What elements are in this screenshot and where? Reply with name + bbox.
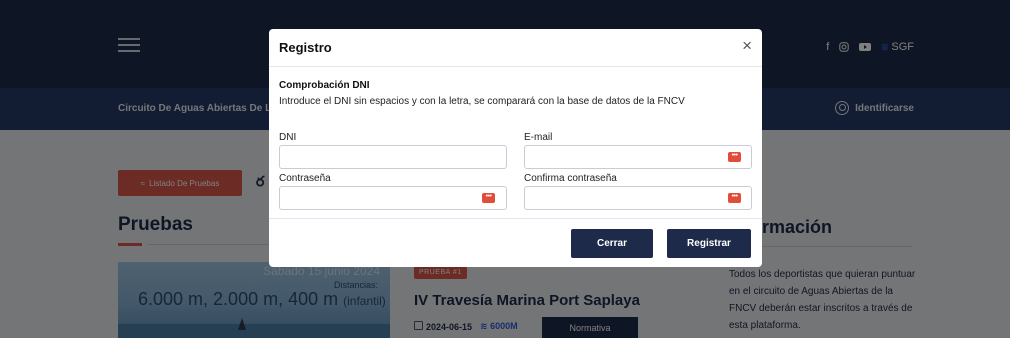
email-label: E-mail [524,132,553,143]
registro-modal: Registro × Comprobación DNI Introduce el… [269,29,762,267]
modal-footer-divider [269,218,762,219]
registrar-button[interactable]: Registrar [667,229,751,258]
dni-input[interactable] [279,145,507,169]
password-manager-icon[interactable]: ••• [728,193,741,203]
modal-header: Registro × [269,29,762,67]
close-icon[interactable]: × [742,37,752,55]
modal-title: Registro [279,40,332,55]
confirm-password-label: Confirma contraseña [524,173,617,184]
email-input[interactable] [524,145,752,169]
password-label: Contraseña [279,173,331,184]
password-manager-icon[interactable]: ••• [728,152,741,162]
password-manager-icon[interactable]: ••• [482,193,495,203]
password-input[interactable] [279,186,507,210]
dni-label: DNI [279,132,297,143]
modal-subtitle: Comprobación DNI [279,80,370,91]
modal-description: Introduce el DNI sin espacios y con la l… [279,96,685,107]
confirm-password-input[interactable] [524,186,752,210]
cerrar-button[interactable]: Cerrar [571,229,653,258]
